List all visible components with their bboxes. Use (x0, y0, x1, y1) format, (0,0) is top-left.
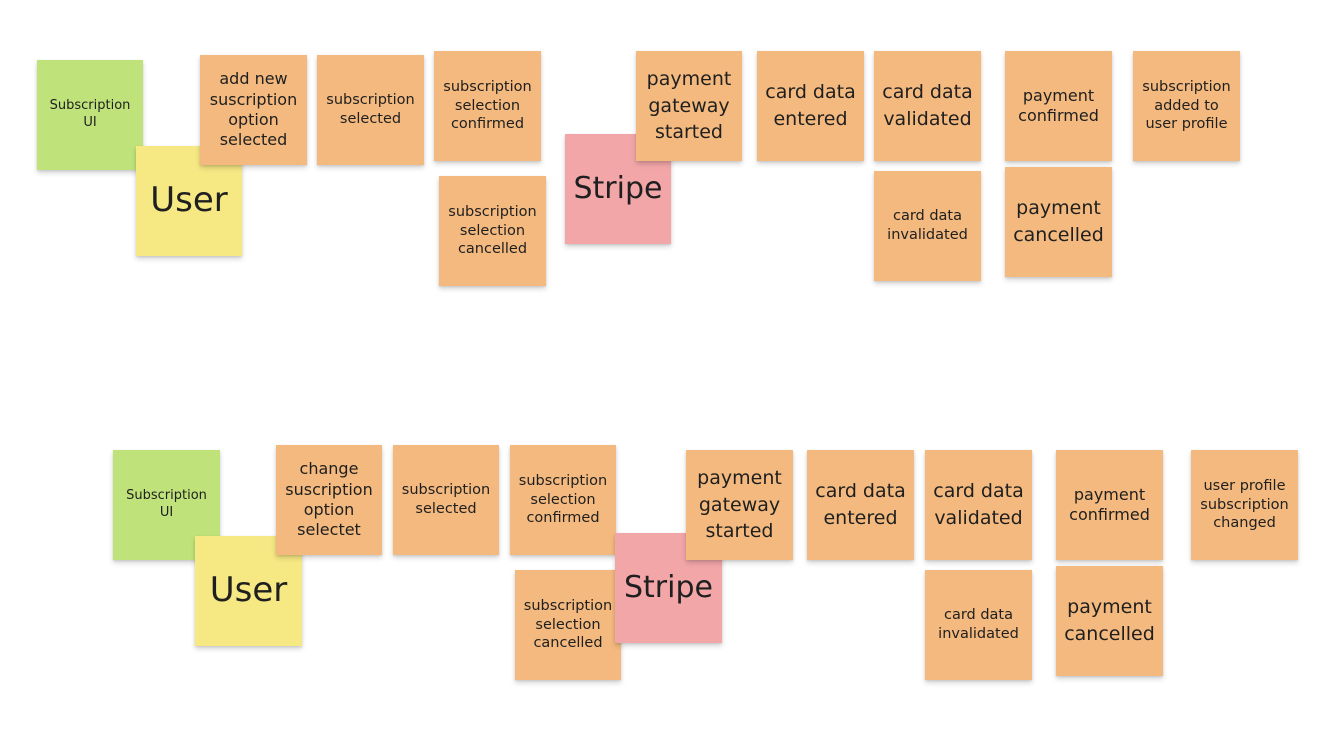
event-note[interactable]: subscription selection confirmed (434, 51, 541, 161)
event-note[interactable]: add new suscription option selected (200, 55, 307, 165)
event-note[interactable]: card data invalidated (925, 570, 1032, 680)
event-note[interactable]: subscription added to user profile (1133, 51, 1240, 161)
event-note[interactable]: change suscription option selectet (276, 445, 382, 555)
event-note[interactable]: card data entered (757, 51, 864, 161)
event-note[interactable]: subscription selected (317, 55, 424, 165)
event-note[interactable]: payment gateway started (686, 450, 793, 560)
event-storming-board: Subscription UI User add new suscription… (0, 0, 1323, 750)
event-note[interactable]: card data entered (807, 450, 914, 560)
event-note[interactable]: card data validated (925, 450, 1032, 560)
event-note[interactable]: user profile subscription changed (1191, 450, 1298, 560)
event-note[interactable]: payment confirmed (1056, 450, 1163, 560)
event-note[interactable]: payment cancelled (1005, 167, 1112, 277)
event-note[interactable]: subscription selection cancelled (515, 570, 621, 680)
event-note[interactable]: card data invalidated (874, 171, 981, 281)
event-note[interactable]: subscription selection confirmed (510, 445, 616, 555)
event-note[interactable]: payment gateway started (636, 51, 742, 161)
event-note[interactable]: payment confirmed (1005, 51, 1112, 161)
event-note[interactable]: subscription selection cancelled (439, 176, 546, 286)
event-note[interactable]: subscription selected (393, 445, 499, 555)
ui-note[interactable]: Subscription UI (37, 60, 143, 170)
event-note[interactable]: card data validated (874, 51, 981, 161)
event-note[interactable]: payment cancelled (1056, 566, 1163, 676)
